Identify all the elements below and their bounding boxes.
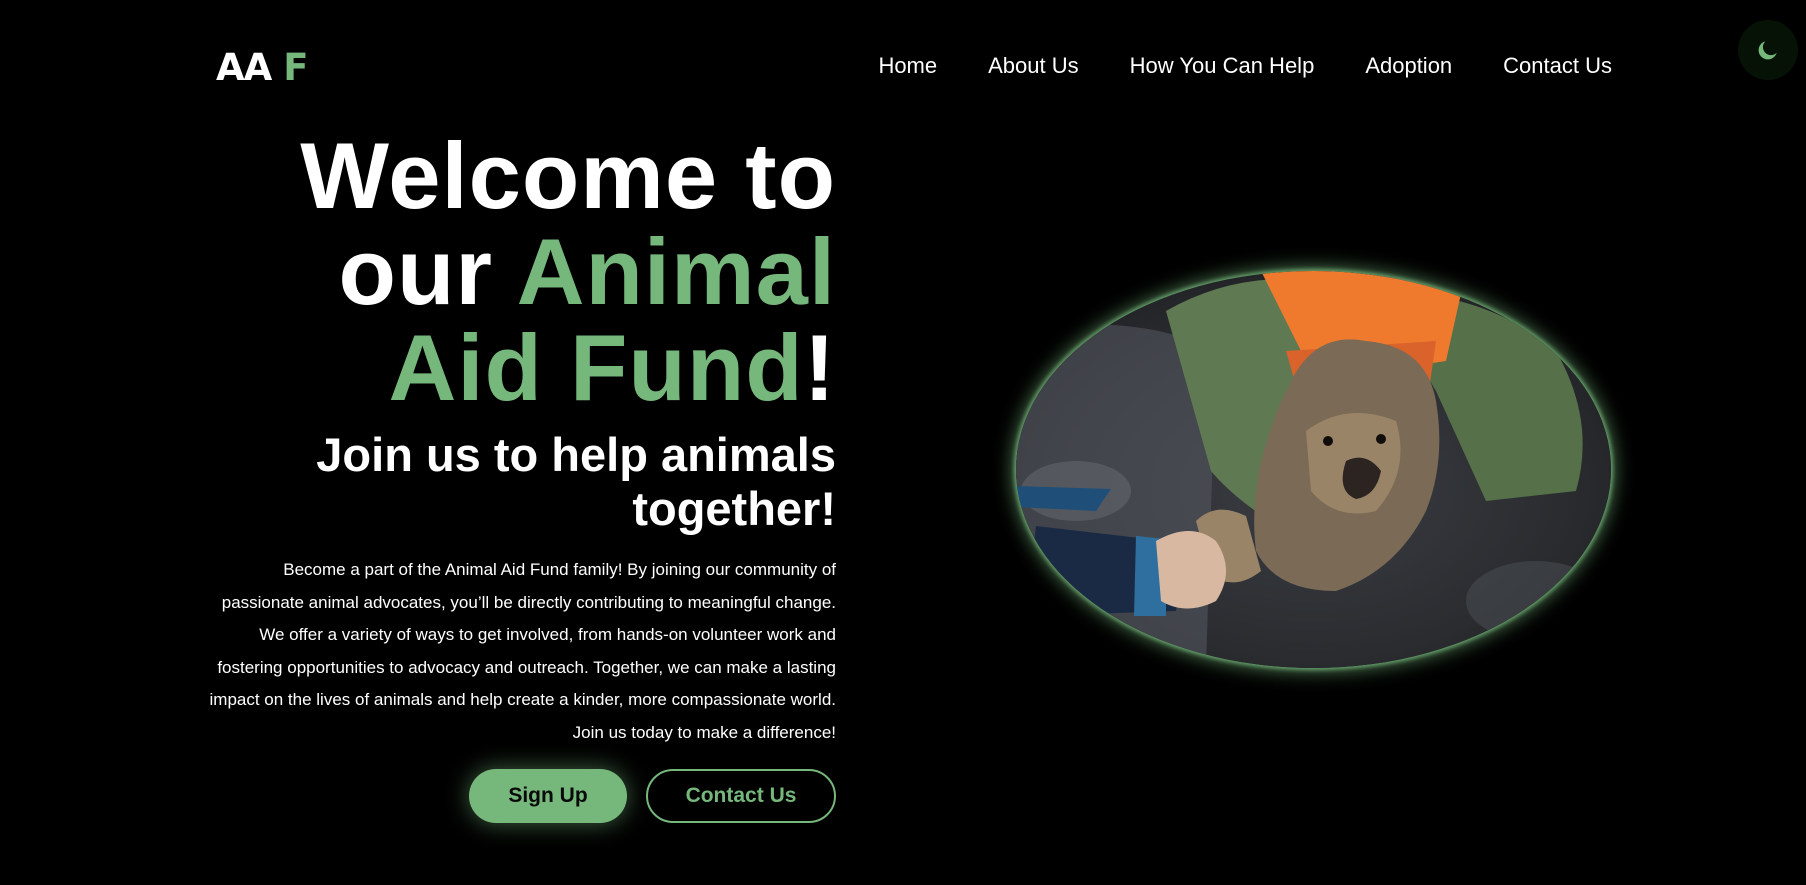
nav-about-us[interactable]: About Us [988, 52, 1079, 80]
headline-line1: Welcome to [300, 123, 836, 228]
moon-icon [1758, 41, 1777, 60]
contact-us-button[interactable]: Contact Us [646, 769, 836, 823]
nav-home[interactable]: Home [878, 52, 937, 80]
nav-contact-us[interactable]: Contact Us [1503, 52, 1612, 80]
headline-aid-fund: Aid Fund [388, 315, 804, 420]
hero-subheadline: Join us to help animals together! [316, 428, 836, 535]
rescued-dog-photo [1016, 271, 1611, 668]
headline-exclaim: ! [803, 315, 836, 420]
hero-headline: Welcome to our Animal Aid Fund! [196, 128, 836, 416]
headline-animal: Animal [516, 219, 836, 324]
hero-description: Become a part of the Animal Aid Fund fam… [209, 560, 837, 742]
hero-text: Welcome to our Animal Aid Fund! Join us … [196, 128, 836, 823]
theme-toggle-button[interactable] [1738, 20, 1798, 80]
main-nav: Home About Us How You Can Help Adoption … [0, 52, 1612, 80]
nav-adoption[interactable]: Adoption [1365, 52, 1452, 80]
hero-buttons: Sign Up Contact Us [196, 769, 836, 823]
headline-our: our [338, 219, 517, 324]
hero-image [1016, 271, 1611, 668]
nav-how-you-can-help[interactable]: How You Can Help [1130, 52, 1315, 80]
sign-up-button[interactable]: Sign Up [469, 769, 627, 823]
